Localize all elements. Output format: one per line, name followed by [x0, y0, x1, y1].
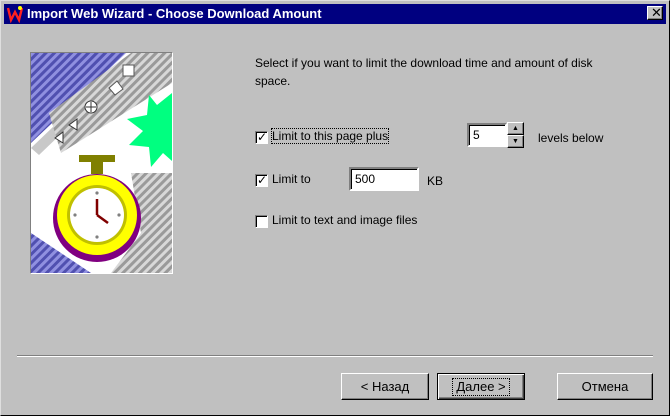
limit-page-option[interactable]: ✓ Limit to this page plus [255, 128, 405, 145]
frontpage-app-icon [6, 5, 24, 23]
levels-spinner[interactable]: ▲ ▼ [507, 122, 524, 149]
spin-up-button[interactable]: ▲ [507, 122, 524, 135]
description-text: Select if you want to limit the download… [255, 56, 593, 88]
spin-down-button[interactable]: ▼ [507, 135, 524, 148]
levels-suffix-label: levels below [538, 131, 604, 145]
cancel-button[interactable]: Отмена [557, 373, 653, 400]
title-bar[interactable]: Import Web Wizard - Choose Download Amou… [4, 4, 666, 24]
back-button-label: < Назад [360, 379, 410, 394]
levels-value: 5 [473, 128, 480, 142]
limit-page-label[interactable]: Limit to this page plus [270, 128, 390, 144]
checkmark-icon: ✓ [257, 173, 268, 187]
stopwatch-illustration [31, 53, 172, 273]
limit-types-checkbox[interactable] [255, 215, 268, 228]
limit-types-option[interactable]: Limit to text and image files [255, 213, 435, 229]
cancel-button-label: Отмена [581, 379, 629, 394]
close-icon: ✕ [651, 5, 662, 20]
size-value: 500 [355, 172, 376, 186]
arrow-down-icon: ▼ [512, 138, 519, 145]
separator [17, 355, 653, 357]
arrow-up-icon: ▲ [512, 125, 519, 132]
next-button-label: Далее > [452, 378, 510, 396]
levels-input[interactable]: 5 [467, 123, 507, 147]
wizard-window: Import Web Wizard - Choose Download Amou… [0, 0, 670, 416]
size-unit-label: KB [427, 174, 444, 188]
limit-page-checkbox[interactable]: ✓ [255, 130, 268, 144]
window-title: Import Web Wizard - Choose Download Amou… [27, 6, 322, 21]
next-button[interactable]: Далее > [437, 373, 525, 400]
wizard-illustration [30, 52, 173, 274]
size-input[interactable]: 500 [349, 167, 419, 191]
back-button[interactable]: < Назад [341, 373, 429, 400]
checkmark-icon: ✓ [257, 130, 268, 144]
limit-size-option[interactable]: ✓ Limit to [255, 172, 315, 188]
limit-types-label[interactable]: Limit to text and image files [272, 213, 417, 227]
close-button[interactable]: ✕ [647, 5, 663, 20]
limit-size-checkbox[interactable]: ✓ [255, 173, 268, 187]
limit-size-label[interactable]: Limit to [272, 172, 311, 186]
